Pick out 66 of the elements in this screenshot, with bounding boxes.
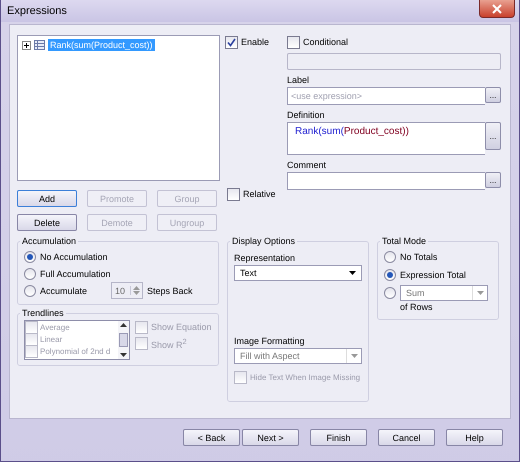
trendline-label: Linear [40, 334, 62, 344]
dropdown-arrow-icon [349, 271, 356, 275]
hide-text-label: Hide Text When Image Missing [250, 372, 360, 382]
footer-button[interactable]: < Back [183, 429, 240, 446]
dropdown-arrow-icon [350, 354, 358, 358]
accumulation-radio[interactable] [24, 250, 36, 262]
accumulation-radio[interactable] [24, 284, 36, 296]
trendline-label: Polynomial of 2nd d [40, 346, 110, 356]
footer-button[interactable]: Finish [310, 429, 367, 446]
of-rows-label: of Rows [400, 302, 434, 312]
relative-checkbox[interactable] [227, 188, 240, 200]
scroll-down-icon[interactable] [120, 353, 127, 357]
steps-back-label: Steps Back [147, 286, 193, 296]
label-caption: Label [287, 75, 310, 85]
dropdown-arrow-icon [476, 291, 484, 295]
definition-caption: Definition [287, 110, 326, 120]
trendlines-title: Trendlines [21, 308, 65, 318]
expand-icon[interactable] [22, 40, 31, 50]
trendline-checkbox[interactable] [25, 332, 38, 346]
accumulation-option-label: No Accumulation [40, 252, 108, 262]
conditional-checkbox[interactable] [287, 36, 300, 48]
trendline-checkbox[interactable] [25, 321, 38, 334]
condition-field[interactable] [287, 53, 501, 70]
image-formatting-caption: Image Formatting [234, 336, 306, 346]
accumulation-option-label: Accumulate [40, 286, 88, 296]
total-mode-radio[interactable] [384, 287, 396, 299]
footer-button[interactable]: Cancel [378, 429, 435, 446]
window-title: Expressions [7, 5, 67, 17]
enable-label: Enable [241, 37, 270, 47]
display-options-title: Display Options [231, 236, 296, 246]
conditional-label: Conditional [303, 37, 348, 47]
steps-spinner[interactable]: 10 [111, 282, 144, 299]
spin-down-icon[interactable] [133, 291, 140, 295]
definition-edit-button[interactable]: ... [485, 122, 501, 150]
footer-button[interactable]: Next > [242, 429, 299, 446]
spin-up-icon[interactable] [133, 286, 140, 290]
trendline-checkbox[interactable] [25, 344, 38, 358]
show-r2-label: Show R$^{2}$ [151, 336, 187, 350]
accumulation-option-label: Full Accumulation [40, 268, 111, 278]
accumulation-title: Accumulation [21, 236, 78, 246]
accumulation-radio[interactable] [24, 268, 36, 280]
representation-dropdown[interactable]: Text [234, 265, 362, 281]
enable-checkbox[interactable] [225, 36, 238, 48]
footer-button[interactable]: Help [446, 429, 503, 446]
comment-field[interactable] [287, 172, 485, 190]
total-mode-title: Total Mode [381, 236, 428, 246]
definition-field[interactable]: Rank(sum(Product_cost)) [287, 122, 485, 155]
table-icon [34, 40, 45, 50]
expression-button[interactable]: Delete [17, 214, 77, 231]
trendline-label: Average [40, 322, 70, 332]
expression-button[interactable]: Add [17, 190, 77, 207]
relative-label: Relative [243, 189, 276, 199]
total-mode-label: Expression Total [400, 270, 466, 280]
show-equation-label: Show Equation [151, 322, 212, 332]
comment-edit-button[interactable]: ... [485, 172, 501, 188]
total-function-dropdown[interactable]: Sum [400, 285, 488, 301]
representation-caption: Representation [234, 253, 296, 263]
total-mode-radio[interactable] [384, 269, 396, 281]
close-button[interactable] [479, 0, 515, 18]
total-mode-label: No Totals [400, 252, 438, 262]
comment-caption: Comment [287, 160, 328, 170]
scrollbar[interactable] [118, 321, 129, 359]
label-edit-button[interactable]: ... [485, 87, 501, 103]
scroll-up-icon[interactable] [120, 323, 127, 327]
total-mode-radio[interactable] [384, 251, 396, 263]
close-icon [492, 4, 502, 14]
